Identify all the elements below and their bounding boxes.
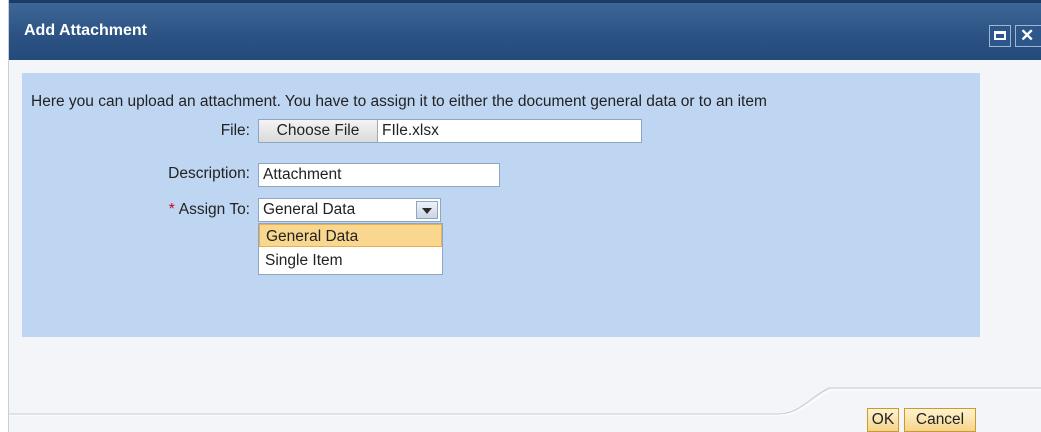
maximize-icon xyxy=(994,31,1006,40)
maximize-button[interactable] xyxy=(989,25,1011,47)
assign-to-dropdown-list: General Data Single Item xyxy=(258,223,443,275)
close-icon: ✕ xyxy=(1020,26,1035,45)
required-marker: * xyxy=(168,201,175,218)
assign-to-label: Assign To: xyxy=(178,201,250,218)
assign-to-select[interactable]: General Data xyxy=(258,198,441,222)
dropdown-option-single-item[interactable]: Single Item xyxy=(259,249,442,272)
file-name: FIle.xlsx xyxy=(382,122,439,139)
choose-file-button[interactable]: Choose File xyxy=(259,120,378,142)
dialog-title: Add Attachment xyxy=(24,22,147,39)
dialog-titlebar: Add Attachment ✕ xyxy=(9,0,1041,60)
intro-text: Here you can upload an attachment. You h… xyxy=(31,93,767,110)
file-label: File: xyxy=(220,122,250,139)
dropdown-arrow-icon[interactable] xyxy=(416,201,438,219)
assign-to-label-wrap: * Assign To: xyxy=(30,201,250,219)
form-panel: Here you can upload an attachment. You h… xyxy=(22,73,980,337)
dropdown-option-general-data[interactable]: General Data xyxy=(259,224,442,247)
close-button[interactable]: ✕ xyxy=(1015,25,1041,47)
description-label: Description: xyxy=(168,165,250,182)
file-upload-field[interactable]: Choose File FIle.xlsx xyxy=(258,119,642,143)
assign-to-selected-value: General Data xyxy=(263,201,356,218)
cancel-button[interactable]: Cancel xyxy=(904,408,976,432)
add-attachment-dialog: Add Attachment ✕ Here you can upload an … xyxy=(8,0,1041,432)
ok-button[interactable]: OK xyxy=(867,408,899,432)
description-input[interactable]: Attachment xyxy=(258,163,500,187)
